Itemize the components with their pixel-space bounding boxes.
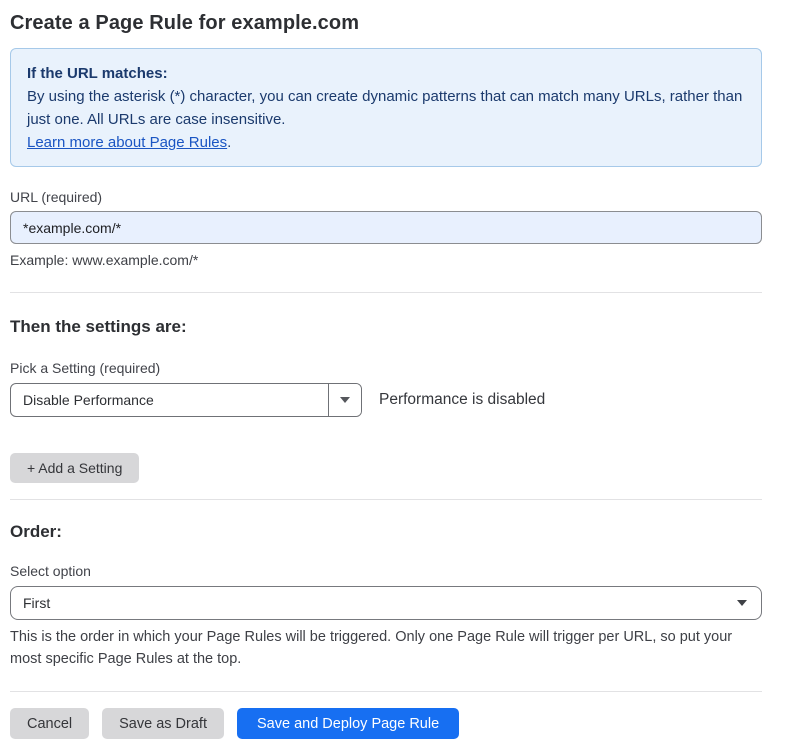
setting-dropdown-arrow-button[interactable]	[328, 384, 361, 416]
link-suffix: .	[227, 134, 231, 151]
info-box-body: By using the asterisk (*) character, you…	[27, 85, 745, 131]
order-select-label: Select option	[10, 562, 762, 580]
setting-status-text: Performance is disabled	[379, 391, 545, 409]
setting-dropdown[interactable]: Disable Performance	[10, 383, 362, 417]
divider	[10, 292, 762, 293]
divider	[10, 499, 762, 500]
info-box-heading: If the URL matches:	[27, 62, 745, 85]
learn-more-link[interactable]: Learn more about Page Rules	[27, 134, 227, 151]
caret-down-icon	[340, 397, 350, 403]
add-setting-button[interactable]: + Add a Setting	[10, 453, 139, 483]
save-deploy-button[interactable]: Save and Deploy Page Rule	[237, 708, 459, 739]
page-rule-form: Create a Page Rule for example.com If th…	[10, 10, 762, 739]
url-example-hint: Example: www.example.com/*	[10, 251, 762, 269]
order-help-text: This is the order in which your Page Rul…	[10, 627, 755, 670]
order-select[interactable]: First	[10, 586, 762, 620]
page-title: Create a Page Rule for example.com	[10, 10, 762, 36]
caret-down-icon	[737, 600, 747, 606]
order-section-heading: Order:	[10, 521, 762, 543]
cancel-button[interactable]: Cancel	[10, 708, 89, 739]
order-select-value: First	[23, 595, 50, 611]
setting-row: Disable Performance Performance is disab…	[10, 383, 762, 417]
url-match-info-box: If the URL matches: By using the asteris…	[10, 48, 762, 167]
divider	[10, 691, 762, 692]
pick-setting-label: Pick a Setting (required)	[10, 359, 762, 377]
info-box-link-line: Learn more about Page Rules.	[27, 131, 745, 154]
setting-dropdown-value: Disable Performance	[11, 384, 328, 416]
url-input[interactable]	[10, 211, 762, 244]
save-draft-button[interactable]: Save as Draft	[102, 708, 224, 739]
settings-section-heading: Then the settings are:	[10, 316, 762, 338]
url-label: URL (required)	[10, 188, 762, 206]
form-actions: Cancel Save as Draft Save and Deploy Pag…	[10, 708, 762, 739]
